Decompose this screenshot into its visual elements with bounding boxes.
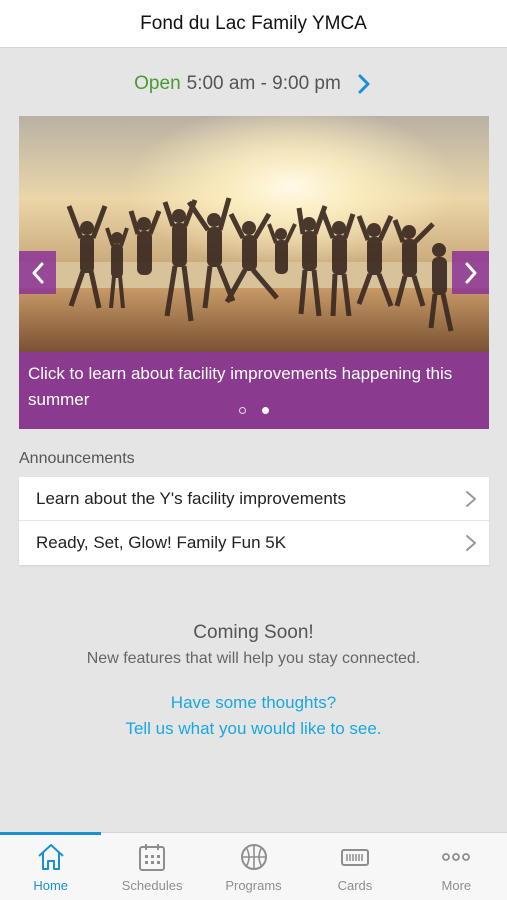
list-item[interactable]: Ready, Set, Glow! Family Fun 5K (19, 521, 489, 565)
tab-label: Home (33, 878, 69, 893)
hours-range: 5:00 am - 9:00 pm (186, 73, 341, 94)
coming-soon-subtext: New features that will help you stay con… (86, 650, 421, 667)
carousel-caption-text: Click to learn about facility improvemen… (28, 364, 453, 409)
chevron-right-icon (358, 74, 370, 94)
chevron-right-icon (465, 262, 476, 283)
hours-row[interactable]: Open 5:00 am - 9:00 pm (0, 64, 507, 104)
list-item[interactable]: Learn about the Y's facility improvement… (19, 477, 489, 521)
tab-label: Programs (225, 878, 282, 893)
home-icon (38, 844, 64, 870)
coming-soon-heading: Coming Soon! (193, 622, 314, 643)
tab-programs[interactable]: Programs (203, 833, 304, 900)
beach-jumping-photo (19, 116, 489, 352)
tab-cards[interactable]: Cards (304, 833, 405, 900)
carousel-page-indicator (19, 407, 489, 414)
tab-home[interactable]: Home (0, 832, 102, 900)
tab-schedules[interactable]: Schedules (101, 833, 202, 900)
tab-label: Cards (337, 878, 373, 893)
chevron-left-icon (32, 262, 43, 283)
tab-label: More (441, 878, 472, 893)
carousel-next-button[interactable] (452, 251, 489, 294)
feedback-links: Have some thoughts? Tell us what you wou… (0, 690, 507, 742)
feedback-link-suggest[interactable]: Tell us what you would like to see. (0, 716, 507, 742)
chevron-right-icon (466, 535, 476, 551)
tab-more[interactable]: More (406, 833, 507, 900)
carousel-caption[interactable]: Click to learn about facility improvemen… (19, 352, 489, 429)
calendar-icon (139, 844, 166, 871)
carousel-prev-button[interactable] (19, 251, 56, 294)
page-title: Fond du Lac Family YMCA (140, 12, 367, 34)
list-item-label: Ready, Set, Glow! Family Fun 5K (36, 533, 287, 552)
chevron-right-icon (466, 490, 476, 507)
tab-label: Schedules (121, 878, 183, 893)
announcements-heading: Announcements (19, 450, 135, 467)
basketball-icon (240, 844, 267, 870)
promo-carousel[interactable]: Click to learn about facility improvemen… (19, 116, 489, 429)
list-item-label: Learn about the Y's facility improvement… (36, 488, 347, 508)
open-status: Open (134, 73, 181, 94)
carousel-dot-active[interactable] (262, 407, 269, 414)
card-icon (340, 849, 369, 866)
bottom-tab-bar: Home Schedules Programs Cards More (0, 832, 507, 900)
feedback-link-thoughts[interactable]: Have some thoughts? (0, 690, 507, 716)
more-icon (442, 853, 471, 861)
app-header: Fond du Lac Family YMCA (0, 0, 507, 48)
announcements-list: Learn about the Y's facility improvement… (19, 477, 489, 565)
coming-soon-section: Coming Soon! New features that will help… (0, 621, 507, 669)
carousel-dot[interactable] (239, 407, 246, 414)
